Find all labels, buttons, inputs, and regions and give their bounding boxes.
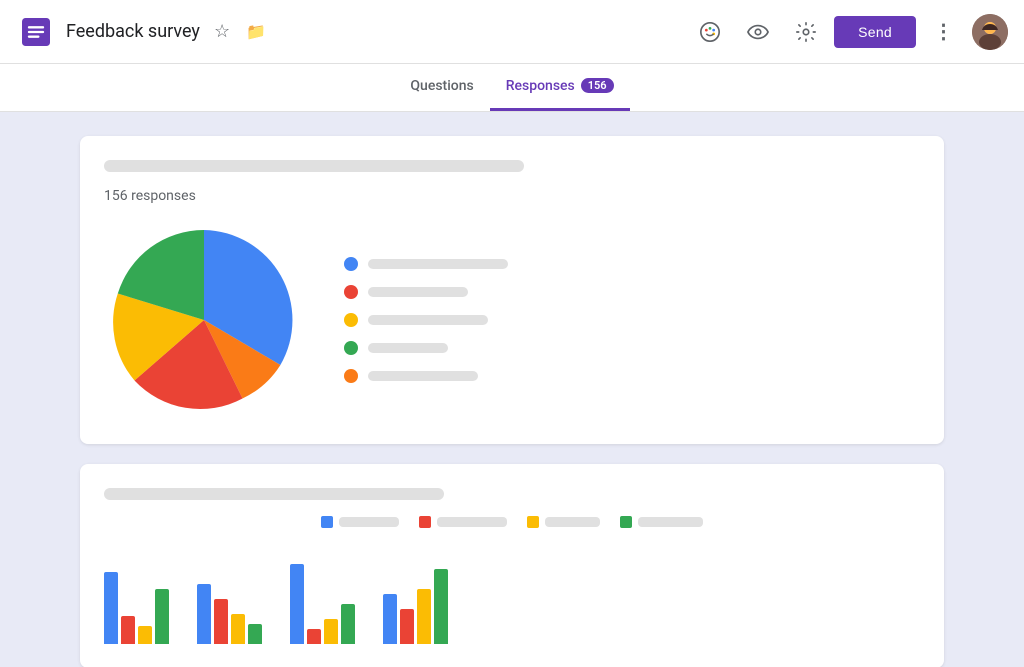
bar-legend-color-blue (321, 516, 333, 528)
bar-legend-item-red (419, 516, 507, 528)
avatar-image (972, 14, 1008, 50)
legend-item-yellow (344, 313, 508, 327)
tab-responses-label: Responses (506, 78, 575, 94)
bar-legend-item-green (620, 516, 703, 528)
legend-dot-orange (344, 369, 358, 383)
palette-button[interactable] (690, 12, 730, 52)
legend-bar-red (368, 287, 468, 297)
star-icon[interactable]: ☆ (210, 17, 234, 46)
legend-dot-green (344, 341, 358, 355)
folder-icon[interactable]: 📁 (242, 18, 270, 45)
bar-4-yellow (417, 589, 431, 644)
bar-legend-text-green (638, 517, 703, 527)
bar-4-red (400, 609, 414, 644)
bar-legend-color-green (620, 516, 632, 528)
bar-3-red (307, 629, 321, 644)
bar-1-green (155, 589, 169, 644)
legend-item-green (344, 341, 508, 355)
more-options-button[interactable]: ⋮ (924, 12, 964, 52)
legend-bar-yellow (368, 315, 488, 325)
legend-bar-orange (368, 371, 478, 381)
legend-item-blue (344, 257, 508, 271)
bar-2-red (214, 599, 228, 644)
bar-1-yellow (138, 626, 152, 644)
legend-bar-blue (368, 259, 508, 269)
bar-3-blue (290, 564, 304, 644)
question-title-bar (104, 160, 524, 172)
bar-legend-color-yellow (527, 516, 539, 528)
bar-legend-item-blue (321, 516, 399, 528)
bar-1-blue (104, 572, 118, 644)
bar-legend-color-red (419, 516, 431, 528)
bar-4-green (434, 569, 448, 644)
bar-1-red (121, 616, 135, 644)
header-doc-actions: ☆ 📁 (210, 17, 270, 46)
avatar[interactable] (972, 14, 1008, 50)
bar-question-title-bar (104, 488, 444, 500)
bar-legend-text-yellow (545, 517, 600, 527)
tab-questions[interactable]: Questions (394, 63, 489, 111)
header-left: Feedback survey ☆ 📁 (16, 12, 690, 52)
preview-button[interactable] (738, 12, 778, 52)
pie-legend (344, 257, 508, 383)
pie-chart-card: 156 responses (80, 136, 944, 444)
legend-dot-yellow (344, 313, 358, 327)
app-icon (16, 12, 56, 52)
bars-container (104, 544, 920, 644)
responses-count: 156 responses (104, 188, 920, 204)
bar-2-blue (197, 584, 211, 644)
legend-dot-red (344, 285, 358, 299)
settings-button[interactable] (786, 12, 826, 52)
legend-item-orange (344, 369, 508, 383)
send-button[interactable]: Send (834, 16, 916, 48)
bar-group-3 (290, 564, 355, 644)
bar-legend-item-yellow (527, 516, 600, 528)
bar-chart-card (80, 464, 944, 667)
bar-group-2 (197, 584, 262, 644)
tab-responses[interactable]: Responses 156 (490, 63, 630, 111)
legend-bar-green (368, 343, 448, 353)
bar-4-blue (383, 594, 397, 644)
header-right: Send ⋮ (690, 12, 1008, 52)
bar-group-4 (383, 569, 448, 644)
bar-3-yellow (324, 619, 338, 644)
tabs-bar: Questions Responses 156 (0, 64, 1024, 112)
bar-2-green (248, 624, 262, 644)
tab-questions-label: Questions (410, 78, 473, 94)
legend-dot-blue (344, 257, 358, 271)
bar-group-1 (104, 572, 169, 644)
header: Feedback survey ☆ 📁 (0, 0, 1024, 64)
responses-badge: 156 (581, 78, 614, 93)
bar-legend-text-red (437, 517, 507, 527)
bar-legend-text-blue (339, 517, 399, 527)
chart-area (104, 220, 920, 420)
bar-2-yellow (231, 614, 245, 644)
legend-item-red (344, 285, 508, 299)
document-title: Feedback survey (66, 21, 200, 42)
main-content: 156 responses (0, 112, 1024, 667)
bar-chart-legend (104, 516, 920, 528)
pie-chart (104, 220, 304, 420)
bar-3-green (341, 604, 355, 644)
